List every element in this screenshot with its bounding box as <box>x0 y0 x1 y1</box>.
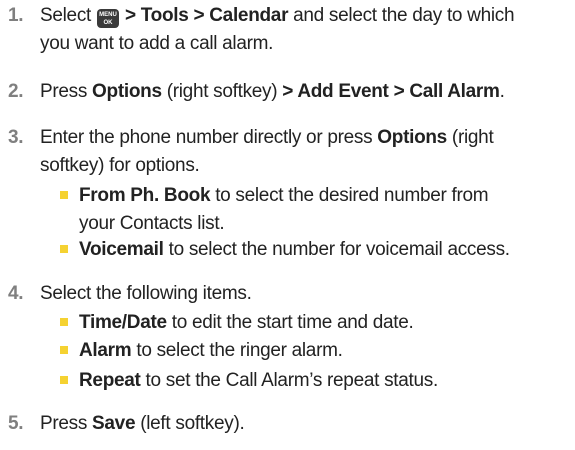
step-text-plain: (right <box>446 127 494 148</box>
step-4-item-alarm: Alarm to select the ringer alarm. <box>60 337 570 365</box>
step-text: Press Options (right softkey) > Add Even… <box>40 78 569 106</box>
step-text: Enter the phone number directly or press… <box>40 124 569 180</box>
option-description: to select the ringer alarm. <box>131 340 343 361</box>
step-text-plain: Enter the phone number directly or press <box>40 127 378 148</box>
step-4-item-repeat: Repeat to set the Call Alarm’s repeat st… <box>60 367 570 395</box>
option-description: to select the number for voicemail acces… <box>163 239 510 260</box>
option-description: to select the desired number from <box>210 185 489 206</box>
options-softkey-label: Options <box>92 81 162 102</box>
option-text: Voicemail to select the number for voice… <box>79 236 570 264</box>
bullet-square-icon <box>60 376 68 384</box>
step-3-option-voicemail: Voicemail to select the number for voice… <box>60 236 570 264</box>
menu-path: > Add Event > Call Alarm <box>282 81 500 102</box>
step-text-plain: you want to add a call alarm. <box>40 33 274 54</box>
bullet-square-icon <box>60 245 68 253</box>
step-number: 2. <box>8 81 24 102</box>
step-1: 1. Select MENU OK > Tools > Calendar and … <box>4 2 569 58</box>
step-text-plain: Press <box>40 81 93 102</box>
option-name: Repeat <box>79 370 141 391</box>
option-text: Time/Date to edit the start time and dat… <box>79 309 570 337</box>
bullet-square-icon <box>60 318 68 326</box>
step-4-item-time-date: Time/Date to edit the start time and dat… <box>60 309 570 337</box>
option-name: Time/Date <box>79 312 167 333</box>
option-description: to edit the start time and date. <box>166 312 414 333</box>
step-text: Press Save (left softkey). <box>40 410 569 438</box>
option-name: From Ph. Book <box>79 185 211 206</box>
step-text-plain: . <box>499 81 505 102</box>
menu-ok-key-icon: MENU OK <box>97 9 119 28</box>
menu-path: > Tools > Calendar <box>120 5 289 26</box>
step-number: 4. <box>8 283 24 304</box>
save-softkey-label: Save <box>92 413 136 434</box>
step-5: 5. Press Save (left softkey). <box>4 410 569 438</box>
step-text: Select the following items. <box>40 280 569 308</box>
bullet-square-icon <box>60 191 68 199</box>
bullet-square-icon <box>60 346 68 354</box>
step-text-plain: (right softkey) <box>161 81 283 102</box>
options-softkey-label: Options <box>377 127 447 148</box>
option-description: to set the Call Alarm’s repeat status. <box>140 370 439 391</box>
step-text-plain: and select the day to which <box>288 5 515 26</box>
step-text: Select MENU OK > Tools > Calendar and sel… <box>40 2 569 58</box>
menu-key-label: MENU <box>99 12 117 18</box>
step-number: 1. <box>8 5 24 26</box>
option-text: Repeat to set the Call Alarm’s repeat st… <box>79 367 570 395</box>
step-text-plain: Select the following items. <box>40 283 252 304</box>
step-4: 4. Select the following items. <box>4 280 569 308</box>
option-name: Voicemail <box>79 239 164 260</box>
step-text-plain: (left softkey). <box>135 413 245 434</box>
step-3-option-from-ph-book: From Ph. Book to select the desired numb… <box>60 182 570 238</box>
step-number: 5. <box>8 413 24 434</box>
step-text-plain: Press <box>40 413 93 434</box>
ok-key-label: OK <box>103 20 113 26</box>
option-text: Alarm to select the ringer alarm. <box>79 337 570 365</box>
step-3: 3. Enter the phone number directly or pr… <box>4 124 569 180</box>
option-text: From Ph. Book to select the desired numb… <box>79 182 570 238</box>
step-text-plain: softkey) for options. <box>40 155 200 176</box>
step-number: 3. <box>8 127 24 148</box>
instruction-page: 1. Select MENU OK > Tools > Calendar and … <box>0 0 575 450</box>
option-name: Alarm <box>79 340 132 361</box>
step-2: 2. Press Options (right softkey) > Add E… <box>4 78 569 106</box>
option-description: your Contacts list. <box>79 213 225 234</box>
step-text-plain: Select <box>40 5 96 26</box>
